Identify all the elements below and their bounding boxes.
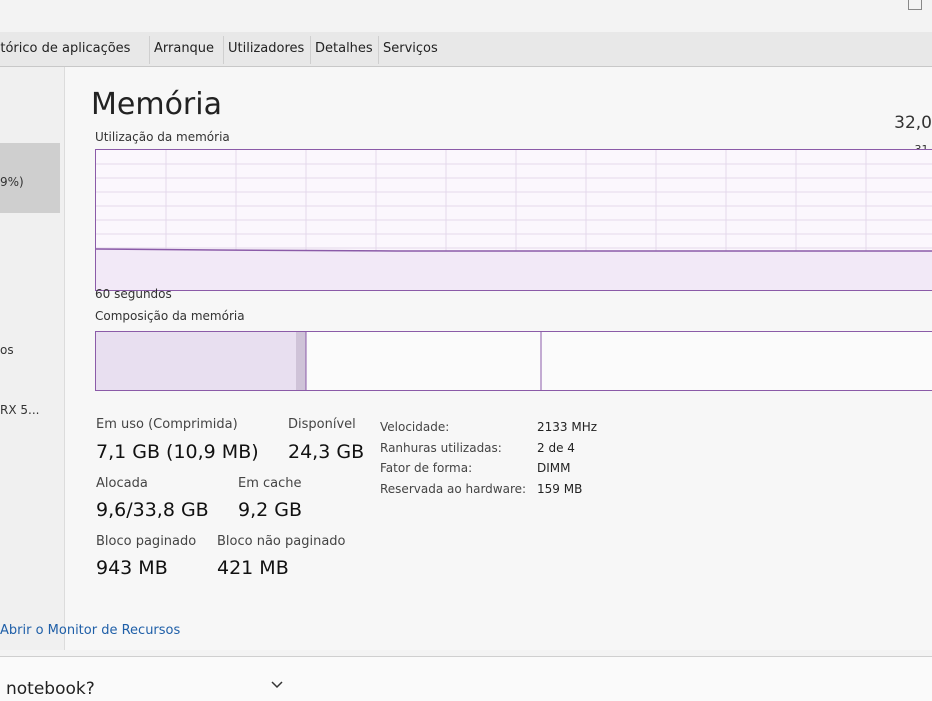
composition-label: Composição da memória (95, 309, 245, 323)
form-factor-value: DIMM (537, 461, 571, 475)
nonpaged-pool-value: 421 MB (217, 557, 289, 579)
slots-value: 2 de 4 (537, 441, 575, 455)
memory-composition-bar (95, 331, 932, 391)
composition-svg (96, 332, 932, 390)
sidebar-item-label: RX 5... (0, 403, 39, 417)
hardware-reserved-key: Reservada ao hardware: (380, 482, 526, 496)
hardware-reserved-value: 159 MB (537, 482, 582, 496)
open-resource-monitor-link[interactable]: Abrir o Monitor de Recursos (0, 623, 180, 638)
sidebar-item-gpu[interactable]: RX 5... (0, 403, 60, 417)
sidebar-item-disk[interactable]: os (0, 343, 60, 357)
tab-users[interactable]: Utilizadores (223, 36, 308, 64)
memory-panel: Memória 32,0 Utilização da memória 31, 6… (65, 67, 932, 650)
committed-label: Alocada (96, 476, 148, 491)
tab-details[interactable]: Detalhes (310, 36, 377, 64)
maximize-icon[interactable] (908, 0, 922, 10)
usage-graph-svg (96, 150, 932, 290)
speed-key: Velocidade: (380, 420, 449, 434)
in-use-label: Em uso (Comprimida) (96, 417, 238, 432)
committed-value: 9,6/33,8 GB (96, 499, 209, 521)
in-use-value: 7,1 GB (10,9 MB) (96, 441, 259, 463)
cached-label: Em cache (238, 476, 302, 491)
page-title: Memória (91, 87, 222, 122)
time-range-label: 60 segundos (95, 287, 172, 301)
available-label: Disponível (288, 417, 356, 432)
tab-app-history[interactable]: istórico de aplicações (0, 36, 134, 64)
paged-pool-value: 943 MB (96, 557, 168, 579)
sidebar-item-label: 9%) (0, 175, 24, 189)
cached-value: 9,2 GB (238, 499, 302, 521)
sidebar-item-label: os (0, 343, 14, 357)
form-factor-key: Fator de forma: (380, 461, 472, 475)
bottom-bar: notebook? (0, 656, 932, 701)
bottom-prompt-text: notebook? (6, 679, 95, 699)
usage-label: Utilização da memória (95, 130, 230, 144)
chevron-down-icon[interactable] (270, 677, 284, 691)
sidebar-item-memory[interactable]: 9%) (0, 143, 60, 213)
available-value: 24,3 GB (288, 441, 364, 463)
slots-key: Ranhuras utilizadas: (380, 441, 502, 455)
memory-usage-graph (95, 149, 932, 291)
sidebar: 9%) os RX 5... (0, 67, 65, 650)
nonpaged-pool-label: Bloco não paginado (217, 534, 346, 549)
total-memory: 32,0 (894, 113, 932, 133)
tab-strip: istórico de aplicações Arranque Utilizad… (0, 32, 932, 67)
paged-pool-label: Bloco paginado (96, 534, 196, 549)
tab-services[interactable]: Serviços (378, 36, 442, 64)
speed-value: 2133 MHz (537, 420, 597, 434)
tab-startup[interactable]: Arranque (149, 36, 218, 64)
